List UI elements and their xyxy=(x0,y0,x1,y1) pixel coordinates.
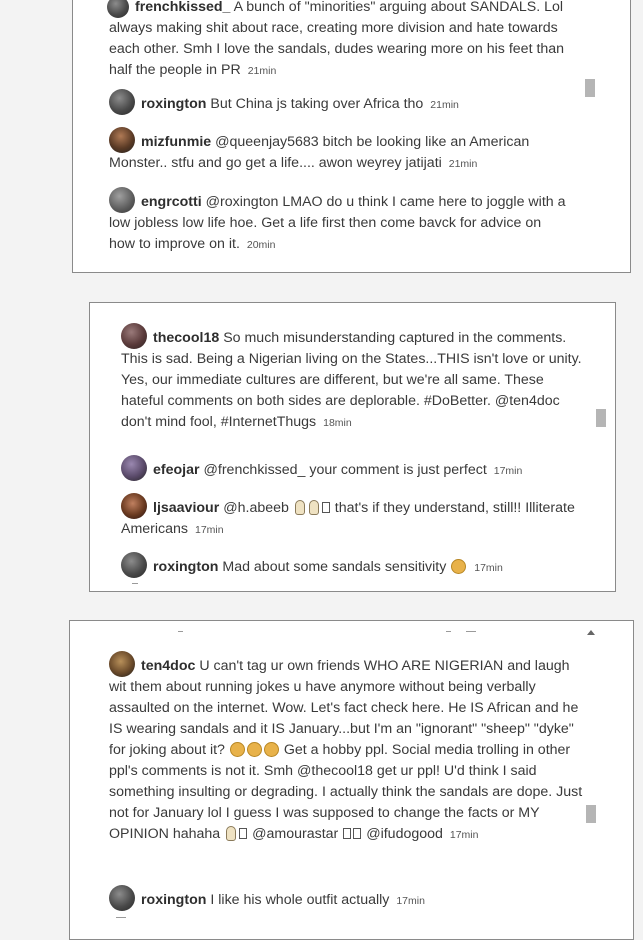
comment-ljsaaviour: ljsaaviour @h.abeeb that's if they under… xyxy=(121,493,575,541)
scrollbar-thumb[interactable] xyxy=(596,409,606,427)
comment-time: 17min xyxy=(474,562,503,574)
laughing-emoji-icon xyxy=(263,742,279,757)
comment-panel-1: frenchkissed_ A bunch of "minorities" ar… xyxy=(72,0,631,273)
comment-roxington-3: roxington I like his whole outfit actual… xyxy=(109,885,589,912)
avatar[interactable] xyxy=(107,0,129,18)
avatar[interactable] xyxy=(109,885,135,911)
comment-frenchkissed: frenchkissed_ A bunch of "minorities" ar… xyxy=(107,0,572,82)
username[interactable]: ten4doc xyxy=(141,658,195,674)
missing-glyph-icon xyxy=(239,828,248,839)
comment-text: But China js taking over Africa tho xyxy=(210,96,424,112)
missing-glyph-icon xyxy=(353,828,362,839)
laughing-emoji-icon xyxy=(246,742,262,757)
comment-time: 17min xyxy=(493,465,523,477)
username[interactable]: frenchkissed_ xyxy=(135,0,230,15)
username[interactable]: efeojar xyxy=(153,462,200,478)
comment-time: 17min xyxy=(449,829,479,841)
avatar[interactable] xyxy=(109,187,135,213)
victory-hand-emoji-icon xyxy=(308,500,319,515)
face-emoji-icon xyxy=(451,559,467,574)
avatar[interactable] xyxy=(109,651,135,677)
username[interactable]: roxington xyxy=(153,559,218,575)
scrollbar-thumb[interactable] xyxy=(585,79,595,97)
username[interactable]: roxington xyxy=(141,96,206,112)
comment-mizfunmie: mizfunmie @queenjay5683 bitch be looking… xyxy=(109,127,568,175)
username[interactable]: roxington xyxy=(141,892,206,908)
scrollbar-thumb[interactable] xyxy=(586,805,596,823)
laughing-emoji-icon xyxy=(229,742,245,757)
comment-roxington: roxington But China js taking over Afric… xyxy=(109,89,586,116)
comment-panel-3: ten4doc U can't tag ur own friends WHO A… xyxy=(69,620,634,940)
comment-text: @h.abeeb xyxy=(223,500,289,516)
comment-time: 20min xyxy=(246,239,276,251)
username[interactable]: engrcotti xyxy=(141,194,202,210)
comment-panel-2: thecool18 So much misunderstanding captu… xyxy=(89,302,616,592)
scroll-up-arrow-icon[interactable] xyxy=(587,630,595,635)
divider-mark xyxy=(446,631,451,632)
comment-efeojar: efeojar @frenchkissed_ your comment is j… xyxy=(121,455,571,482)
comment-ten4doc: ten4doc U can't tag ur own friends WHO A… xyxy=(109,651,587,846)
divider-mark xyxy=(178,631,183,632)
comment-mention[interactable]: @ifudogood xyxy=(366,826,443,842)
username[interactable]: thecool18 xyxy=(153,330,219,346)
comment-text: I like his whole outfit actually xyxy=(210,892,390,908)
avatar[interactable] xyxy=(109,89,135,115)
comment-time: 21min xyxy=(448,158,478,170)
username[interactable]: mizfunmie xyxy=(141,134,211,150)
divider-mark xyxy=(466,631,476,632)
comment-text: @frenchkissed_ your comment is just perf… xyxy=(203,462,487,478)
avatar[interactable] xyxy=(109,127,135,153)
avatar[interactable] xyxy=(121,323,147,349)
avatar[interactable] xyxy=(121,455,147,481)
comment-time: 17min xyxy=(194,524,224,536)
clapping-hands-emoji-icon xyxy=(226,826,237,841)
comment-thecool18: thecool18 So much misunderstanding captu… xyxy=(121,323,589,434)
divider-mark xyxy=(116,917,126,918)
missing-glyph-icon xyxy=(321,502,330,513)
comment-engrcotti: engrcotti @roxington LMAO do u think I c… xyxy=(109,187,566,256)
comment-time: 18min xyxy=(323,417,352,429)
divider-mark xyxy=(132,583,138,584)
comment-text: Mad about some sandals sensitivity xyxy=(222,559,447,575)
victory-hand-emoji-icon xyxy=(294,500,305,515)
avatar[interactable] xyxy=(121,493,147,519)
comment-roxington-2: roxington Mad about some sandals sensiti… xyxy=(121,552,571,579)
missing-glyph-icon xyxy=(343,828,352,839)
avatar[interactable] xyxy=(121,552,147,578)
comment-time: 21min xyxy=(247,65,277,77)
comment-mention[interactable]: @amourastar xyxy=(252,826,338,842)
username[interactable]: ljsaaviour xyxy=(153,500,219,516)
comment-time: 17min xyxy=(396,895,425,907)
comment-time: 21min xyxy=(430,99,459,111)
